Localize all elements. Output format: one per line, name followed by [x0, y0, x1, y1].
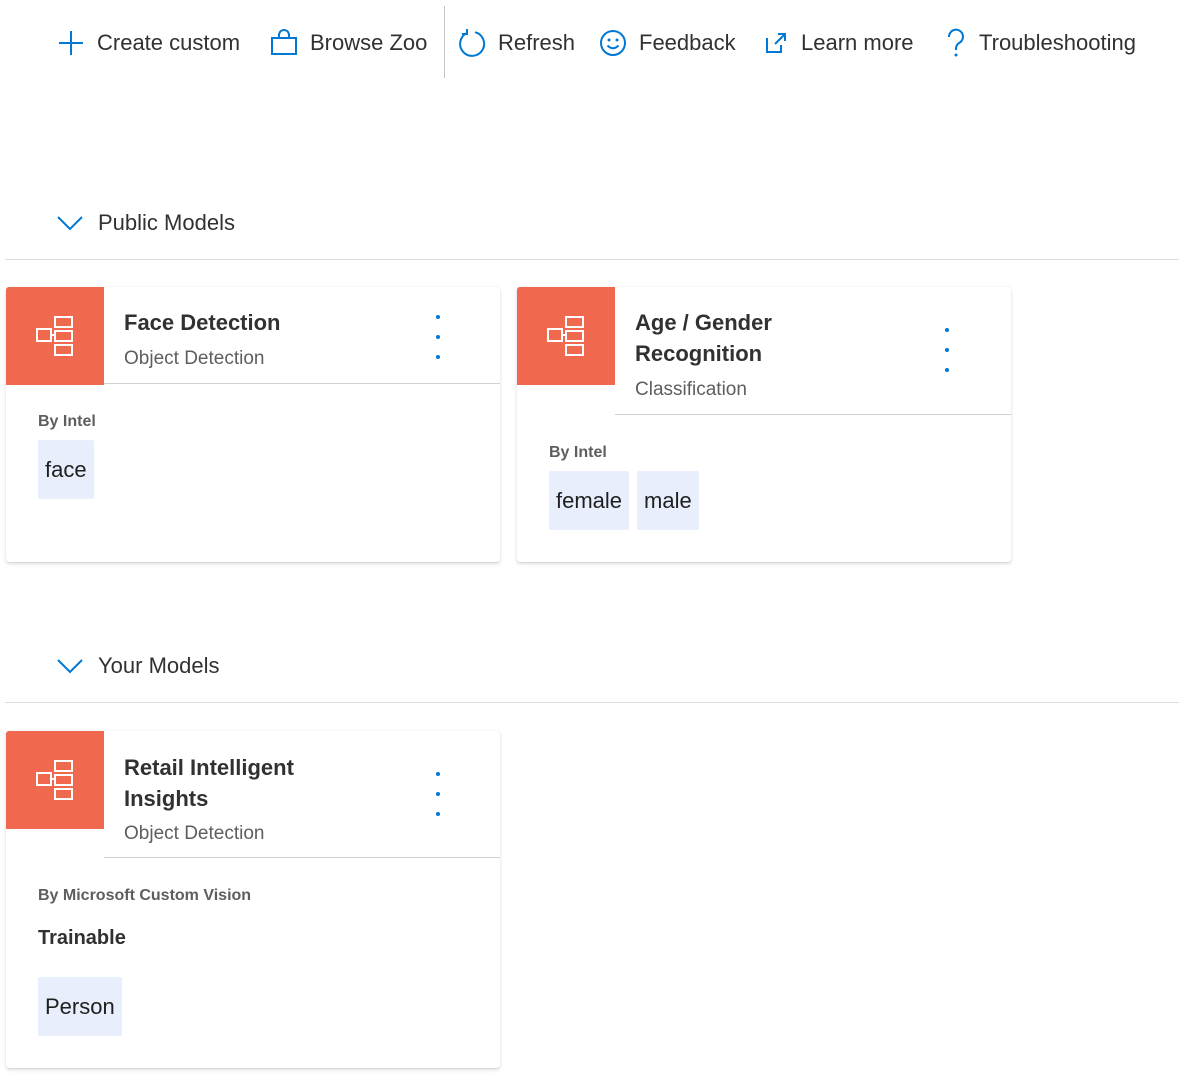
public-models-header[interactable]: Public Models: [56, 205, 235, 241]
create-custom-button[interactable]: Create custom: [57, 22, 240, 64]
browse-zoo-label: Browse Zoo: [310, 30, 428, 55]
card-title: Retail Intelligent Insights: [124, 755, 294, 811]
card-subtitle: Object Detection: [124, 823, 265, 844]
card-header: Age / Gender Recognition Classification: [615, 287, 1011, 415]
model-card-face-detection[interactable]: Face Detection Object Detection By Intel…: [6, 287, 500, 562]
tag: female: [549, 471, 630, 530]
your-models-label: Your Models: [98, 653, 220, 678]
model-card-retail-intelligent-insights[interactable]: Retail Intelligent Insights Object Detec…: [6, 731, 500, 1068]
tag-list: female male: [549, 471, 699, 530]
refresh-icon: [459, 28, 486, 57]
learn-more-label: Learn more: [801, 30, 914, 55]
chevron-down-icon: [57, 659, 83, 674]
troubleshooting-button[interactable]: Troubleshooting: [945, 22, 1136, 64]
tag-list: Person: [38, 977, 122, 1036]
question-mark-icon: [947, 28, 964, 57]
card-publisher: By Intel: [549, 444, 607, 461]
shopping-bag-icon: [271, 29, 297, 55]
tag-list: face: [38, 440, 94, 499]
more-options-button[interactable]: [428, 772, 448, 816]
model-icon-tile: [6, 287, 104, 385]
model-icon: [547, 316, 584, 356]
external-link-icon: [766, 33, 786, 53]
card-publisher: By Intel: [38, 413, 96, 430]
card-title: Face Detection: [124, 310, 281, 335]
section-divider: [5, 702, 1179, 703]
command-bar: Create custom Browse Zoo Refresh Feedbac…: [0, 0, 1179, 86]
smiley-icon: [600, 30, 626, 56]
card-header: Retail Intelligent Insights Object Detec…: [104, 731, 500, 858]
more-options-button[interactable]: [937, 328, 957, 372]
refresh-label: Refresh: [498, 30, 576, 55]
tag: face: [38, 440, 94, 499]
card-subtitle: Classification: [635, 379, 747, 400]
toolbar-divider: [444, 6, 445, 78]
model-icon: [36, 316, 73, 356]
plus-icon: [59, 31, 83, 55]
browse-zoo-button[interactable]: Browse Zoo: [270, 22, 427, 64]
tag: male: [637, 471, 699, 530]
create-custom-label: Create custom: [97, 30, 241, 55]
public-models-label: Public Models: [98, 210, 235, 235]
card-title: Age / Gender Recognition: [635, 310, 772, 366]
learn-more-link[interactable]: Learn more: [763, 22, 914, 64]
model-icon-tile: [6, 731, 104, 829]
card-publisher: By Microsoft Custom Vision: [38, 887, 252, 904]
troubleshooting-label: Troubleshooting: [979, 30, 1136, 55]
section-divider: [5, 259, 1179, 260]
feedback-label: Feedback: [639, 30, 736, 55]
model-icon: [36, 760, 73, 800]
model-icon-tile: [517, 287, 615, 385]
card-header: Face Detection Object Detection: [104, 287, 500, 384]
chevron-down-icon: [57, 216, 83, 231]
your-models-header[interactable]: Your Models: [56, 648, 219, 684]
trainable-label: Trainable: [38, 927, 126, 949]
feedback-button[interactable]: Feedback: [599, 22, 736, 64]
tag: Person: [38, 977, 122, 1036]
card-subtitle: Object Detection: [124, 348, 265, 369]
refresh-button[interactable]: Refresh: [457, 22, 575, 64]
model-card-age-gender-recognition[interactable]: Age / Gender Recognition Classification …: [517, 287, 1011, 562]
more-options-button[interactable]: [428, 315, 448, 359]
